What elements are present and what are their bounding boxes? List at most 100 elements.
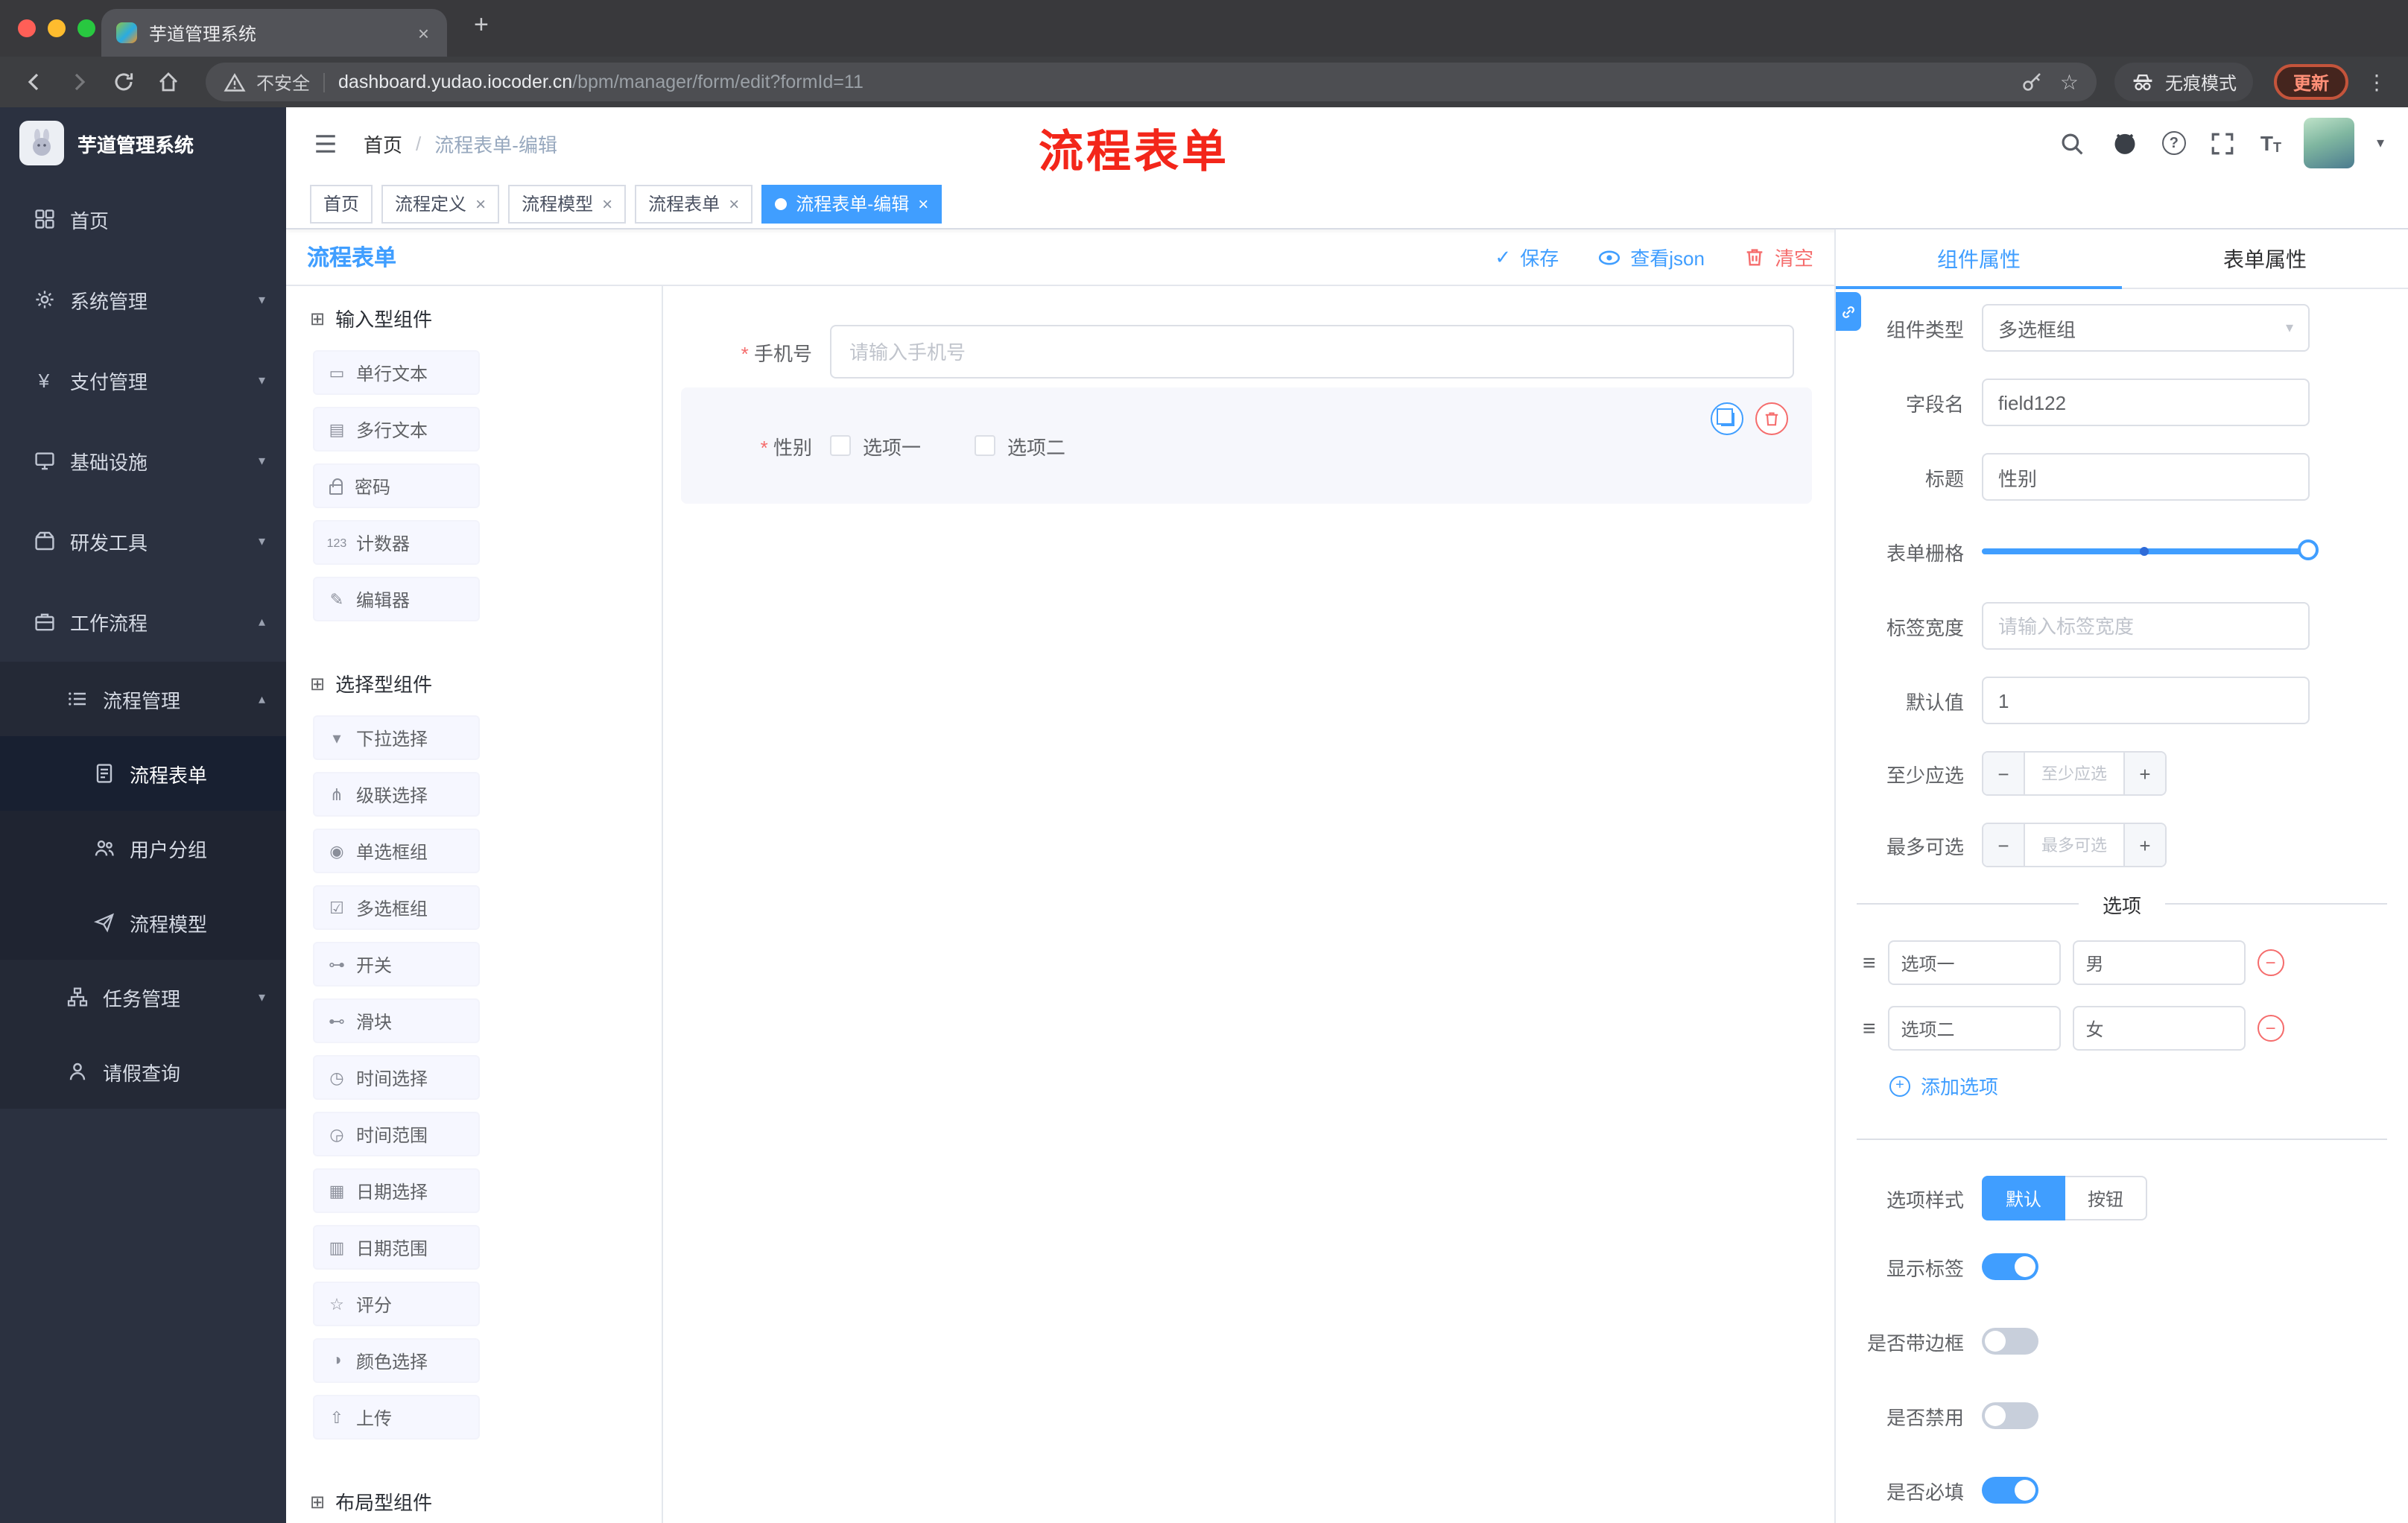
- window-zoom-button[interactable]: [77, 19, 95, 37]
- window-close-button[interactable]: [18, 19, 36, 37]
- sidebar-item-home[interactable]: 首页: [0, 179, 286, 259]
- sidebar-item-payment-management[interactable]: ¥ 支付管理 ▾: [0, 340, 286, 420]
- browser-update-button[interactable]: 更新: [2273, 64, 2348, 100]
- library-item-radio-group[interactable]: ◉ 单选框组: [313, 829, 480, 873]
- tab-close-icon[interactable]: ×: [415, 22, 432, 44]
- save-button[interactable]: ✓ 保存: [1495, 243, 1559, 271]
- copy-component-button[interactable]: [1711, 402, 1743, 435]
- tab-form-props[interactable]: 表单属性: [2122, 229, 2408, 288]
- back-icon[interactable]: [15, 63, 54, 101]
- sidebar-item-workflow[interactable]: 工作流程 ▴: [0, 581, 286, 662]
- breadcrumb-home[interactable]: 首页: [364, 129, 402, 157]
- minus-icon[interactable]: −: [1983, 824, 2025, 866]
- max-select-value[interactable]: 最多可选: [2025, 824, 2123, 866]
- default-value-input[interactable]: [1982, 677, 2310, 724]
- reload-icon[interactable]: [104, 63, 143, 101]
- gender-option-2[interactable]: 选项二: [975, 431, 1065, 460]
- font-size-icon[interactable]: TT: [2260, 131, 2281, 155]
- library-item-slider[interactable]: ⊷ 滑块: [313, 998, 480, 1043]
- library-item-color-picker[interactable]: ◑ 颜色选择: [313, 1338, 480, 1383]
- library-item-counter[interactable]: 123 计数器: [313, 520, 480, 565]
- checkbox-icon[interactable]: [975, 435, 996, 456]
- style-default-button[interactable]: 默认: [1982, 1176, 2066, 1220]
- library-item-single-line-text[interactable]: ▭ 单行文本: [313, 350, 480, 395]
- min-select-stepper[interactable]: − 至少应选 +: [1982, 751, 2167, 796]
- sidebar-item-dev-tools[interactable]: 研发工具 ▾: [0, 501, 286, 581]
- library-item-time-range[interactable]: ◶ 时间范围: [313, 1112, 480, 1156]
- field-name-input[interactable]: [1982, 379, 2310, 426]
- new-tab-button[interactable]: +: [474, 10, 489, 40]
- min-select-value[interactable]: 至少应选: [2025, 753, 2123, 794]
- canvas-field-gender-selected[interactable]: 性别 选项一 选项二: [681, 387, 1812, 504]
- library-item-upload[interactable]: ⇧ 上传: [313, 1395, 480, 1440]
- tag-close-icon[interactable]: ×: [918, 193, 928, 214]
- phone-input[interactable]: [830, 325, 1794, 379]
- sidebar-item-process-management[interactable]: 流程管理 ▴: [0, 662, 286, 736]
- sidebar-item-process-model[interactable]: 流程模型: [0, 885, 286, 960]
- tag-close-icon[interactable]: ×: [475, 193, 486, 214]
- checkbox-icon[interactable]: [830, 435, 851, 456]
- sidebar-item-user-group[interactable]: 用户分组: [0, 811, 286, 885]
- gender-option-1[interactable]: 选项一: [830, 431, 921, 460]
- add-option-button[interactable]: + 添加选项: [1836, 1071, 2408, 1100]
- library-item-time-picker[interactable]: ◷ 时间选择: [313, 1055, 480, 1100]
- option-label-input[interactable]: [1887, 1006, 2061, 1051]
- tag-close-icon[interactable]: ×: [729, 193, 739, 214]
- clear-button[interactable]: 清空: [1743, 243, 1813, 271]
- sidebar-item-task-management[interactable]: 任务管理 ▾: [0, 960, 286, 1034]
- help-icon[interactable]: ?: [2161, 131, 2186, 155]
- library-item-cascade-select[interactable]: ⋔ 级联选择: [313, 772, 480, 817]
- option-label-input[interactable]: [1887, 940, 2061, 985]
- disabled-toggle[interactable]: [1982, 1402, 2038, 1429]
- option-value-input[interactable]: [2072, 1006, 2246, 1051]
- sidebar-item-process-form[interactable]: 流程表单: [0, 736, 286, 811]
- max-select-stepper[interactable]: − 最多可选 +: [1982, 823, 2167, 867]
- library-item-password[interactable]: 密码: [313, 463, 480, 508]
- sidebar-fold-icon[interactable]: [310, 128, 340, 158]
- forward-icon[interactable]: [60, 63, 98, 101]
- tag-process-form-edit[interactable]: 流程表单-编辑 ×: [761, 184, 942, 223]
- minus-icon[interactable]: −: [1983, 753, 2025, 794]
- canvas-field-phone[interactable]: 手机号: [681, 325, 1812, 379]
- tag-home[interactable]: 首页: [310, 184, 373, 223]
- tag-process-form[interactable]: 流程表单 ×: [635, 184, 753, 223]
- show-label-toggle[interactable]: [1982, 1253, 2038, 1280]
- tab-component-props[interactable]: 组件属性: [1836, 229, 2122, 289]
- github-icon[interactable]: [2110, 128, 2140, 158]
- component-type-select[interactable]: 多选框组 ▾: [1982, 304, 2310, 352]
- url-omnibox[interactable]: 不安全 dashboard.yudao.iocoder.cn/bpm/manag…: [206, 63, 2097, 101]
- fullscreen-icon[interactable]: [2208, 128, 2238, 158]
- style-button-button[interactable]: 按钮: [2065, 1176, 2148, 1220]
- password-key-icon[interactable]: [2021, 70, 2045, 94]
- library-item-dropdown-select[interactable]: ▾ 下拉选择: [313, 715, 480, 760]
- slider-knob[interactable]: [2298, 539, 2319, 560]
- plus-icon[interactable]: +: [2123, 824, 2165, 866]
- window-minimize-button[interactable]: [48, 19, 66, 37]
- library-item-rate[interactable]: ☆ 评分: [313, 1282, 480, 1326]
- tag-close-icon[interactable]: ×: [602, 193, 612, 214]
- bookmark-star-icon[interactable]: ☆: [2060, 69, 2079, 95]
- option-value-input[interactable]: [2072, 940, 2246, 985]
- title-input[interactable]: [1982, 453, 2310, 501]
- plus-icon[interactable]: +: [2123, 753, 2165, 794]
- browser-tab[interactable]: 芋道管理系统 ×: [101, 9, 447, 57]
- required-toggle[interactable]: [1982, 1477, 2038, 1504]
- home-icon[interactable]: [149, 63, 188, 101]
- delete-component-button[interactable]: [1755, 402, 1788, 435]
- border-toggle[interactable]: [1982, 1328, 2038, 1355]
- drag-handle-icon[interactable]: ≡: [1863, 1016, 1876, 1041]
- library-item-switch[interactable]: ⊶ 开关: [313, 942, 480, 987]
- label-width-input[interactable]: [1982, 602, 2310, 650]
- drag-handle-icon[interactable]: ≡: [1863, 950, 1876, 975]
- library-item-date-picker[interactable]: ▦ 日期选择: [313, 1168, 480, 1213]
- panel-collapse-handle[interactable]: [1836, 292, 1861, 331]
- library-item-checkbox-group[interactable]: ☑ 多选框组: [313, 885, 480, 930]
- sidebar-item-infrastructure[interactable]: 基础设施 ▾: [0, 420, 286, 501]
- remove-option-button[interactable]: −: [2257, 949, 2284, 976]
- view-json-button[interactable]: 查看json: [1597, 243, 1705, 271]
- sidebar-item-system-management[interactable]: 系统管理 ▾: [0, 259, 286, 340]
- browser-menu-icon[interactable]: ⋮: [2366, 69, 2387, 95]
- library-item-date-range[interactable]: ▥ 日期范围: [313, 1225, 480, 1270]
- form-grid-slider[interactable]: [1982, 528, 2319, 575]
- avatar-caret-icon[interactable]: ▾: [2377, 135, 2384, 151]
